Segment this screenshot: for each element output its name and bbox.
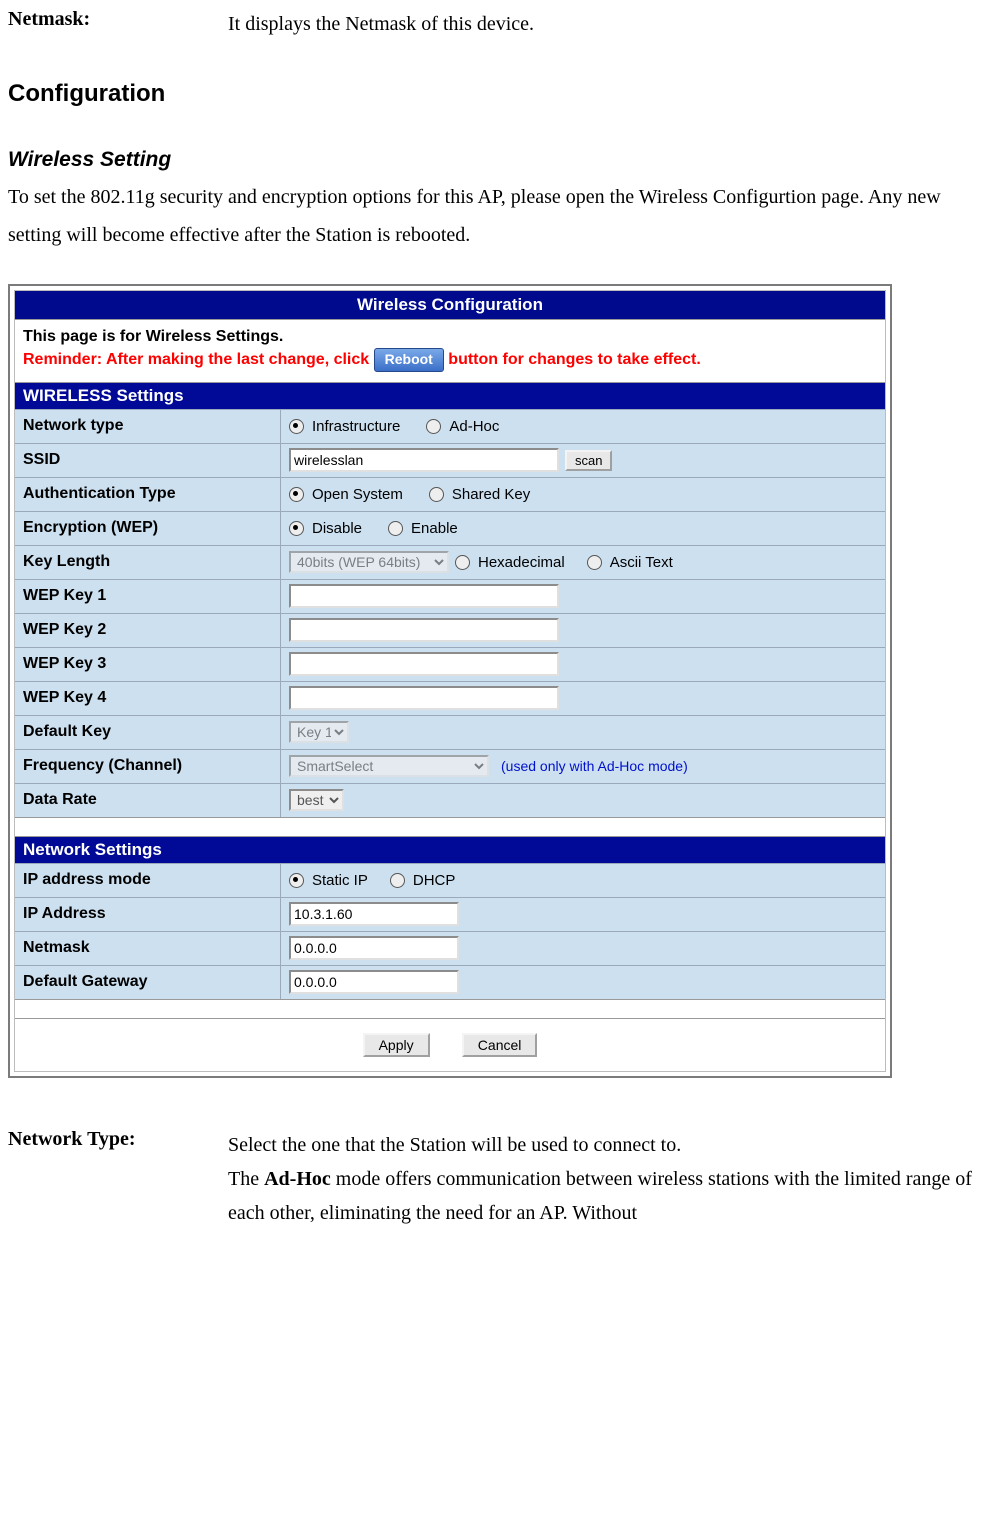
row-frequency: Frequency (Channel) SmartSelect (used on… [15, 749, 885, 783]
row-encryption: Encryption (WEP) Disable Enable [15, 511, 885, 545]
netmask-label: Netmask: [8, 8, 228, 40]
row-wep4: WEP Key 4 [15, 681, 885, 715]
row-ssid: SSID scan [15, 443, 885, 477]
row-default-key: Default Key Key 1 [15, 715, 885, 749]
wireless-settings-section: WIRELESS Settings [15, 382, 885, 409]
netmask-description: It displays the Netmask of this device. [228, 8, 977, 40]
netmask-definition: Netmask: It displays the Netmask of this… [8, 8, 977, 40]
network-type-description: Select the one that the Station will be … [228, 1128, 977, 1230]
row-ip-mode: IP address mode Static IP DHCP [15, 863, 885, 897]
wep-key-3-input[interactable] [289, 652, 559, 676]
row-wep3: WEP Key 3 [15, 647, 885, 681]
cancel-button[interactable]: Cancel [462, 1033, 538, 1057]
row-auth-type: Authentication Type Open System Shared K… [15, 477, 885, 511]
row-network-type: Network type Infrastructure Ad-Hoc [15, 409, 885, 443]
wep-key-4-input[interactable] [289, 686, 559, 710]
default-key-select[interactable]: Key 1 [289, 721, 349, 743]
radio-ascii[interactable] [587, 555, 602, 570]
netmask-input[interactable] [289, 936, 459, 960]
configuration-heading: Configuration [8, 80, 977, 108]
radio-open-system[interactable] [289, 487, 304, 502]
network-type-label: Network Type: [8, 1128, 228, 1230]
wireless-config-title: Wireless Configuration [15, 291, 885, 319]
radio-wep-disable[interactable] [289, 521, 304, 536]
wireless-config-screenshot: Wireless Configuration This page is for … [8, 284, 892, 1078]
row-wep2: WEP Key 2 [15, 613, 885, 647]
radio-static-ip[interactable] [289, 873, 304, 888]
radio-adhoc[interactable] [426, 419, 441, 434]
row-ip-address: IP Address [15, 897, 885, 931]
radio-wep-enable[interactable] [388, 521, 403, 536]
row-wep1: WEP Key 1 [15, 579, 885, 613]
ssid-input[interactable] [289, 448, 559, 472]
section-gap-2 [15, 999, 885, 1018]
default-gateway-input[interactable] [289, 970, 459, 994]
reminder-box: This page is for Wireless Settings. Remi… [15, 319, 885, 382]
network-type-definition: Network Type: Select the one that the St… [8, 1128, 977, 1230]
radio-dhcp[interactable] [390, 873, 405, 888]
row-netmask: Netmask [15, 931, 885, 965]
apply-cancel-row: Apply Cancel [15, 1018, 885, 1071]
row-key-length: Key Length 40bits (WEP 64bits) Hexadecim… [15, 545, 885, 579]
radio-hex[interactable] [455, 555, 470, 570]
wep-key-1-input[interactable] [289, 584, 559, 608]
reboot-button[interactable]: Reboot [374, 348, 444, 372]
reminder-line2: Reminder: After making the last change, … [23, 348, 877, 372]
data-rate-select[interactable]: best [289, 789, 344, 811]
wireless-setting-heading: Wireless Setting [8, 148, 977, 172]
network-settings-section: Network Settings [15, 836, 885, 863]
radio-shared-key[interactable] [429, 487, 444, 502]
row-default-gateway: Default Gateway [15, 965, 885, 999]
frequency-note: (used only with Ad-Hoc mode) [501, 758, 688, 774]
row-data-rate: Data Rate best [15, 783, 885, 817]
ip-address-input[interactable] [289, 902, 459, 926]
intro-paragraph: To set the 802.11g security and encrypti… [8, 178, 977, 254]
frequency-select[interactable]: SmartSelect [289, 755, 489, 777]
section-gap [15, 817, 885, 836]
reminder-line1: This page is for Wireless Settings. [23, 326, 877, 348]
scan-button[interactable]: scan [565, 450, 612, 471]
apply-button[interactable]: Apply [363, 1033, 430, 1057]
wep-key-2-input[interactable] [289, 618, 559, 642]
key-length-select[interactable]: 40bits (WEP 64bits) [289, 551, 449, 573]
radio-infrastructure[interactable] [289, 419, 304, 434]
